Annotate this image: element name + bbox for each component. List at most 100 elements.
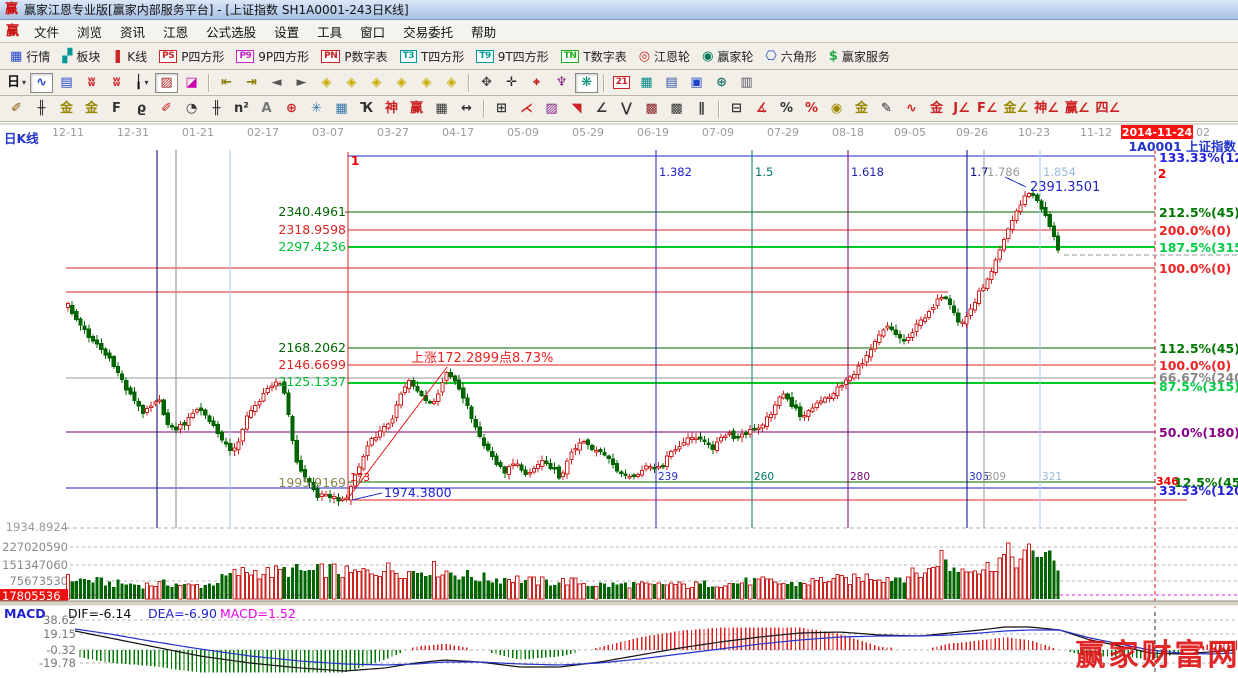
p-number-table-button[interactable]: PNP数字表: [315, 46, 393, 67]
menu-item-3[interactable]: 江恩: [154, 20, 197, 43]
first-page-icon[interactable]: ⇤: [215, 73, 238, 93]
memo-icon[interactable]: ▤: [660, 73, 683, 93]
red-knife-icon[interactable]: ✐: [155, 99, 178, 119]
menu-item-7[interactable]: 窗口: [351, 20, 394, 43]
span-arrows-icon[interactable]: ↔: [455, 99, 478, 119]
percent-icon[interactable]: %: [775, 99, 798, 119]
wave-9-icon[interactable]: ʬ: [105, 73, 128, 93]
prev-page-icon[interactable]: ◄: [265, 73, 288, 93]
save-icon[interactable]: ▣: [685, 73, 708, 93]
svg-text:1: 1: [351, 154, 359, 168]
period-day-dropdown-icon[interactable]: ▾: [22, 78, 26, 87]
spiral-icon[interactable]: ϱ: [130, 99, 153, 119]
kline-button[interactable]: ❚K线: [106, 46, 153, 67]
wave-3-icon[interactable]: ʬ: [80, 73, 103, 93]
t-number-table-button[interactable]: TNT数字表: [555, 46, 633, 67]
candle-type-icon[interactable]: ╽▾: [130, 73, 153, 93]
f10-report-icon[interactable]: ▤: [55, 73, 78, 93]
menu-item-2[interactable]: 资讯: [111, 20, 154, 43]
zigzag-overlay-icon[interactable]: ∿: [30, 73, 53, 93]
ruler-123-icon[interactable]: ▦: [430, 99, 453, 119]
scale-ruler-icon[interactable]: ⊟: [725, 99, 748, 119]
gold-circle-icon[interactable]: ◉: [825, 99, 848, 119]
gold-angle-2-icon[interactable]: 金∠: [1002, 99, 1031, 119]
period-day-icon[interactable]: 日▾: [5, 73, 28, 93]
n-square-icon[interactable]: n²: [230, 99, 253, 119]
diamond-left-icon[interactable]: ◈: [315, 73, 338, 93]
shen-angle-icon[interactable]: 神∠: [1032, 99, 1061, 119]
fan-corner-icon[interactable]: ◥: [565, 99, 588, 119]
hand-tool-icon[interactable]: ✥: [475, 73, 498, 93]
diamond-h-icon[interactable]: ◈: [365, 73, 388, 93]
web-data-icon[interactable]: ⊕: [710, 73, 733, 93]
workstation-icon[interactable]: ▥: [735, 73, 758, 93]
calculator-icon[interactable]: ▦: [635, 73, 658, 93]
menu-item-6[interactable]: 工具: [308, 20, 351, 43]
menu-item-8[interactable]: 交易委托: [394, 20, 462, 43]
calculator-glyph: ▦: [640, 76, 652, 89]
last-page-icon[interactable]: ⇥: [240, 73, 263, 93]
9t-square-button[interactable]: T99T四方形: [470, 46, 554, 67]
sectors-button[interactable]: ▞板块: [56, 46, 106, 67]
gann-wheel-button[interactable]: ◎江恩轮: [633, 46, 696, 67]
circle-cross-icon[interactable]: ⊕: [280, 99, 303, 119]
t-square-button[interactable]: T3T四方形: [394, 46, 471, 67]
star-web-icon[interactable]: ✳: [305, 99, 328, 119]
percent-angle-icon[interactable]: ∡: [750, 99, 773, 119]
next-page-icon[interactable]: ►: [290, 73, 313, 93]
si-angle-icon[interactable]: 四∠: [1094, 99, 1123, 119]
gold-angle-icon[interactable]: 金: [925, 99, 948, 119]
gold-fence-1-icon[interactable]: 金: [55, 99, 78, 119]
gann-pattern-icon[interactable]: ▨: [155, 73, 178, 93]
k-mark-icon[interactable]: Ҡ: [355, 99, 378, 119]
gann-fan-box-icon[interactable]: ▨: [540, 99, 563, 119]
gold-lines-icon[interactable]: 金: [850, 99, 873, 119]
draw-knife-icon[interactable]: ✐: [5, 99, 28, 119]
diamond-plus-icon[interactable]: ◈: [415, 73, 438, 93]
percent-lines-icon[interactable]: %: [800, 99, 823, 119]
winner-wheel-button[interactable]: ◉赢家轮: [696, 46, 759, 67]
v-wave-icon[interactable]: ⋁: [615, 99, 638, 119]
calendar-icon[interactable]: 21: [610, 73, 633, 93]
menu-item-1[interactable]: 浏览: [68, 20, 111, 43]
price-fence-icon[interactable]: ╫: [30, 99, 53, 119]
grid-box-icon[interactable]: ▩: [665, 99, 688, 119]
tag-tool-icon[interactable]: ⌖: [525, 73, 548, 93]
diamond-x-icon[interactable]: ◈: [390, 73, 413, 93]
gold-fence-2-icon[interactable]: 金: [80, 99, 103, 119]
ying-angle-icon[interactable]: 赢∠: [1063, 99, 1092, 119]
f-angle-icon[interactable]: F∠: [975, 99, 1000, 119]
gann-fan-red-icon[interactable]: ⋌: [515, 99, 538, 119]
grid-dense-icon[interactable]: ▩: [640, 99, 663, 119]
smart-tool-icon[interactable]: ❋: [575, 73, 598, 93]
9p-square-button[interactable]: P99P四方形: [230, 46, 315, 67]
j-angle-icon[interactable]: J∠: [950, 99, 973, 119]
gann-box-icon[interactable]: ⊞: [490, 99, 513, 119]
diamond-right-icon[interactable]: ◈: [340, 73, 363, 93]
menu-item-4[interactable]: 公式选股: [197, 20, 265, 43]
candle-type-dropdown-icon[interactable]: ▾: [144, 78, 148, 87]
menu-item-5[interactable]: 设置: [265, 20, 308, 43]
angle-a-icon[interactable]: A: [255, 99, 278, 119]
gann-tool-purple-icon[interactable]: ♆: [550, 73, 573, 93]
time-clock-icon[interactable]: ◔: [180, 99, 203, 119]
hexagon-button[interactable]: ⎔六角形: [759, 46, 822, 67]
angle-lines-icon[interactable]: ∠: [590, 99, 613, 119]
kline-chart-canvas[interactable]: 日K线12-1112-3101-2102-1703-0703-2704-1705…: [0, 123, 1238, 678]
grid-web-icon[interactable]: ▦: [330, 99, 353, 119]
ink-pen-icon[interactable]: ✎: [875, 99, 898, 119]
menu-item-9[interactable]: 帮助: [462, 20, 505, 43]
p-square-button[interactable]: PSP四方形: [153, 46, 230, 67]
price-profile-icon[interactable]: ◪: [180, 73, 203, 93]
menu-item-0[interactable]: 文件: [25, 20, 68, 43]
wave-ruler-icon[interactable]: ∿: [900, 99, 923, 119]
ying-tool-icon[interactable]: 赢: [405, 99, 428, 119]
crosshair-tool-icon[interactable]: ✛: [500, 73, 523, 93]
shen-tool-icon[interactable]: 神: [380, 99, 403, 119]
f-fence-icon[interactable]: F: [105, 99, 128, 119]
tick-fence-icon[interactable]: ╫: [205, 99, 228, 119]
parallel-lines-icon[interactable]: ∥: [690, 99, 713, 119]
quotes-button[interactable]: ▦行情: [4, 46, 56, 67]
winner-service-button[interactable]: $赢家服务: [823, 46, 896, 67]
diamond-grid-icon[interactable]: ◈: [440, 73, 463, 93]
